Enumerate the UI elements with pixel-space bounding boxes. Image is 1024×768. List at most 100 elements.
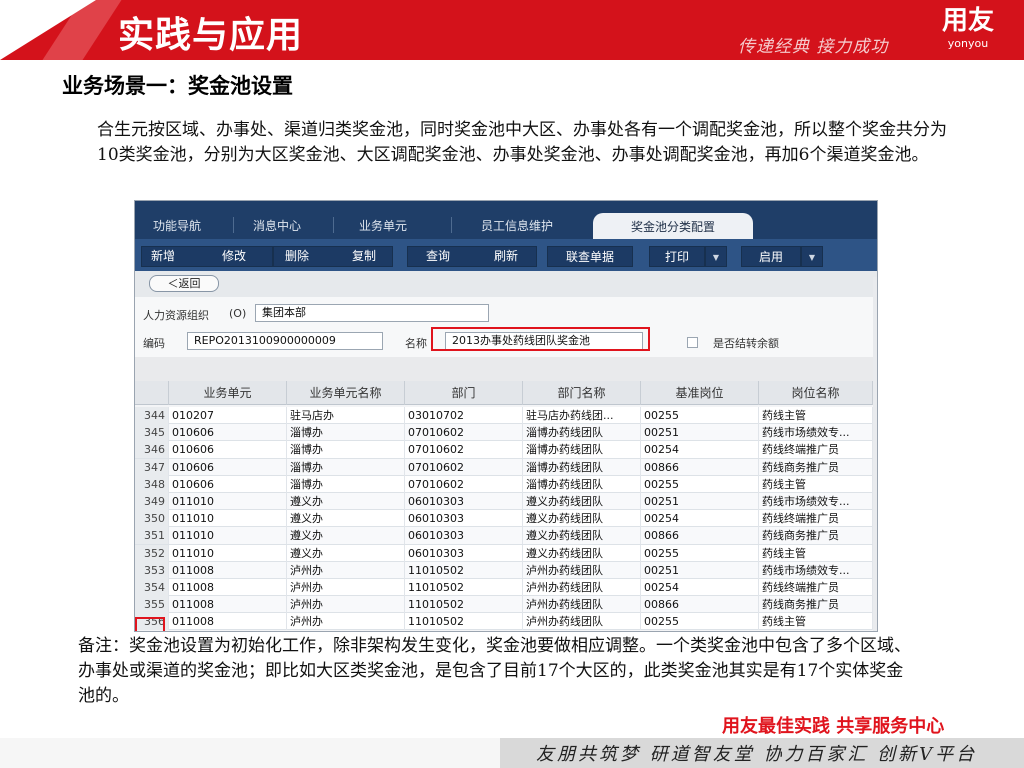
table-cell: 泸州办 xyxy=(287,561,405,579)
grid-header: 业务单元 业务单元名称 部门 部门名称 基准岗位 岗位名称 xyxy=(135,381,877,405)
column-header[interactable]: 部门 xyxy=(405,381,523,405)
table-cell: 06010303 xyxy=(405,527,523,545)
table-cell: 遵义办药线团队 xyxy=(523,510,641,528)
print-button[interactable]: 打印 xyxy=(649,246,705,267)
table-cell: 11010502 xyxy=(405,613,523,631)
tab-message-center[interactable]: 消息中心 xyxy=(253,217,301,234)
column-header[interactable]: 部门名称 xyxy=(523,381,641,405)
table-cell: 00254 xyxy=(641,578,759,596)
tab-business-unit[interactable]: 业务单元 xyxy=(359,217,407,234)
table-cell: 药线市场绩效专... xyxy=(759,561,873,579)
table-cell: 00254 xyxy=(641,510,759,528)
table-cell: 药线市场绩效专... xyxy=(759,492,873,510)
tagline: 用友最佳实践 共享服务中心 xyxy=(722,716,945,737)
table-cell: 药线市场绩效专... xyxy=(759,424,873,442)
carry-balance-checkbox[interactable] xyxy=(687,337,698,348)
table-cell: 药线终端推广员 xyxy=(759,441,873,459)
table-cell: 11010502 xyxy=(405,578,523,596)
table-row[interactable]: 347 010606 淄博办 07010602 淄博办药线团队 00866 药线商务推广员 xyxy=(135,458,877,476)
table-cell: 淄博办 xyxy=(287,475,405,493)
code-field[interactable]: REPO2013100900000009 xyxy=(187,332,383,350)
copy-button[interactable]: 复制 xyxy=(339,246,389,267)
row-number-header xyxy=(135,381,169,405)
banner-slogan: 传递经典 接力成功 xyxy=(738,37,889,57)
app-tab-bar: 功能导航 消息中心 业务单元 员工信息维护 奖金池分类配置 xyxy=(135,201,877,239)
table-row[interactable]: 344 010207 驻马店办 03010702 驻马店办药线团... 00255 药线主管 xyxy=(135,407,877,425)
table-cell: 00255 xyxy=(641,475,759,493)
app-screenshot: 功能导航 消息中心 业务单元 员工信息维护 奖金池分类配置 新增 修改 删除 复… xyxy=(134,200,878,632)
org-shortcut: (O) xyxy=(229,307,247,320)
table-cell: 06010303 xyxy=(405,510,523,528)
edit-button[interactable]: 修改 xyxy=(209,246,259,267)
table-row[interactable]: 351 011010 遵义办 06010303 遵义办药线团队 00866 药线商务推广员 xyxy=(135,527,877,545)
table-cell: 011008 xyxy=(169,596,287,614)
table-row[interactable]: 356 011008 泸州办 11010502 泸州办药线团队 00255 药线主管 xyxy=(135,613,877,631)
tab-employee-info[interactable]: 员工信息维护 xyxy=(481,217,553,234)
org-field[interactable]: 集团本部 xyxy=(255,304,489,322)
table-cell: 07010602 xyxy=(405,458,523,476)
intro-paragraph: 合生元按区域、办事处、渠道归类奖金池，同时奖金池中大区、办事处各有一个调配奖金池… xyxy=(97,120,947,165)
table-cell: 011010 xyxy=(169,510,287,528)
app-toolbar: 新增 修改 删除 复制 查询 刷新 联查单据 打印 ▼ 启用 ▼ xyxy=(135,239,877,271)
row-number: 354 xyxy=(135,578,169,596)
name-field-highlight xyxy=(431,327,650,351)
row-number: 345 xyxy=(135,424,169,442)
grid-scrollbar[interactable] xyxy=(873,277,877,631)
table-cell: 00251 xyxy=(641,424,759,442)
footer-band: 友朋共筑梦 研道智友堂 协力百家汇 创新V平台 xyxy=(0,738,1024,768)
table-cell: 07010602 xyxy=(405,475,523,493)
print-dropdown-icon[interactable]: ▼ xyxy=(705,246,727,267)
carry-balance-label: 是否结转余额 xyxy=(713,337,779,350)
table-cell: 07010602 xyxy=(405,424,523,442)
table-cell: 07010602 xyxy=(405,441,523,459)
tab-divider xyxy=(233,217,234,233)
refresh-button[interactable]: 刷新 xyxy=(475,246,537,267)
table-cell: 遵义办药线团队 xyxy=(523,492,641,510)
last-row-highlight xyxy=(135,617,165,631)
column-header[interactable]: 基准岗位 xyxy=(641,381,759,405)
table-cell: 遵义办药线团队 xyxy=(523,527,641,545)
enable-dropdown-icon[interactable]: ▼ xyxy=(801,246,823,267)
back-bar: ＜返回 xyxy=(135,271,877,297)
column-header[interactable]: 业务单元名称 xyxy=(287,381,405,405)
table-cell: 11010502 xyxy=(405,596,523,614)
table-cell: 010606 xyxy=(169,458,287,476)
tab-function-nav[interactable]: 功能导航 xyxy=(153,217,201,234)
table-cell: 00251 xyxy=(641,561,759,579)
row-number: 349 xyxy=(135,492,169,510)
table-cell: 06010303 xyxy=(405,492,523,510)
table-row[interactable]: 346 010606 淄博办 07010602 淄博办药线团队 00254 药线终端推广员 xyxy=(135,441,877,459)
row-number: 344 xyxy=(135,407,169,424)
table-row[interactable]: 345 010606 淄博办 07010602 淄博办药线团队 00251 药线市场绩效专.… xyxy=(135,424,877,442)
table-row[interactable]: 352 011010 遵义办 06010303 遵义办药线团队 00255 药线主管 xyxy=(135,544,877,562)
table-cell: 010207 xyxy=(169,407,287,424)
table-cell: 00255 xyxy=(641,613,759,631)
table-cell: 淄博办 xyxy=(287,458,405,476)
table-row[interactable]: 355 011008 泸州办 11010502 泸州办药线团队 00866 药线商务推广员 xyxy=(135,596,877,614)
query-button[interactable]: 查询 xyxy=(407,246,469,267)
tab-divider xyxy=(451,217,452,233)
table-row[interactable]: 350 011010 遵义办 06010303 遵义办药线团队 00254 药线终端推广员 xyxy=(135,510,877,528)
table-cell: 泸州办 xyxy=(287,578,405,596)
table-row[interactable]: 354 011008 泸州办 11010502 泸州办药线团队 00254 药线终端推广员 xyxy=(135,578,877,597)
table-cell: 遵义办 xyxy=(287,527,405,545)
linked-docs-button[interactable]: 联查单据 xyxy=(547,246,633,267)
table-cell: 遵义办药线团队 xyxy=(523,544,641,562)
column-header[interactable]: 岗位名称 xyxy=(759,381,873,405)
table-row[interactable]: 348 010606 淄博办 07010602 淄博办药线团队 00255 药线主管 xyxy=(135,475,877,493)
delete-button[interactable]: 删除 xyxy=(273,246,321,267)
table-cell: 00251 xyxy=(641,492,759,510)
tab-bonus-pool-config[interactable]: 奖金池分类配置 xyxy=(593,213,753,239)
table-row[interactable]: 349 011010 遵义办 06010303 遵义办药线团队 00251 药线市场绩效专.… xyxy=(135,492,877,511)
add-button[interactable]: 新增 xyxy=(141,246,185,267)
enable-button[interactable]: 启用 xyxy=(741,246,801,267)
tab-bonus-pool-config-label: 奖金池分类配置 xyxy=(630,220,715,234)
header-banner: 实践与应用 传递经典 接力成功 用友 yonyou xyxy=(0,0,1024,60)
table-cell: 010606 xyxy=(169,475,287,493)
back-button[interactable]: ＜返回 xyxy=(149,275,219,292)
table-cell: 00255 xyxy=(641,407,759,424)
column-header[interactable]: 业务单元 xyxy=(169,381,287,405)
banner-corner-fold xyxy=(0,0,96,60)
row-number: 346 xyxy=(135,441,169,459)
table-row[interactable]: 353 011008 泸州办 11010502 泸州办药线团队 00251 药线市场绩效专.… xyxy=(135,561,877,579)
